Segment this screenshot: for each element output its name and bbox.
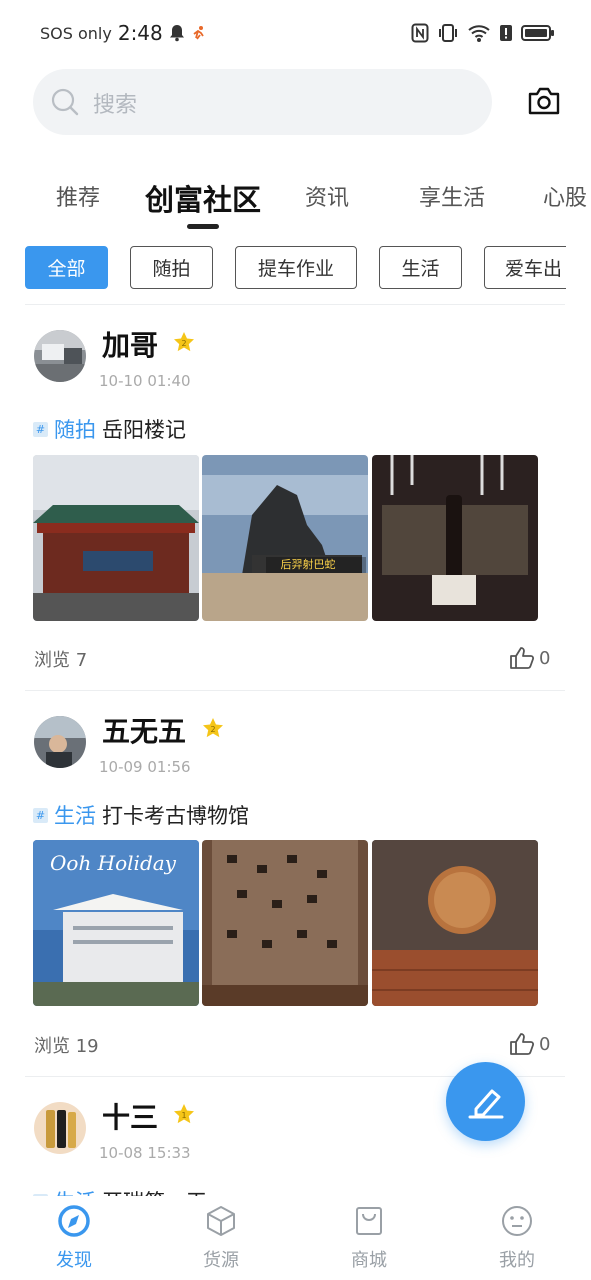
post-image[interactable]: [202, 840, 368, 1006]
view-count: 浏览 7: [34, 650, 88, 671]
like-count: 0: [539, 1033, 551, 1055]
vibrate-icon: [439, 24, 457, 42]
avatar[interactable]: [34, 330, 86, 382]
image-caption: 后羿射巴蛇: [281, 557, 336, 571]
alert-icon: [500, 25, 512, 41]
nav-supply[interactable]: 货源: [176, 1204, 266, 1276]
clock: 2:48: [117, 21, 163, 45]
shopping-bag-icon: [356, 1207, 382, 1235]
search-placeholder: 搜索: [93, 93, 138, 118]
post-image[interactable]: Ooh Holiday: [33, 840, 199, 1006]
edit-icon: [468, 1089, 503, 1118]
like-button[interactable]: 0: [509, 645, 550, 671]
tab-community[interactable]: 创富社区: [145, 177, 261, 219]
level-star-icon: 2: [203, 718, 223, 738]
level-star-icon: 2: [174, 332, 194, 352]
divider: [25, 304, 565, 305]
post-time: 10-09 01:56: [99, 758, 191, 776]
battery-icon: [521, 25, 554, 41]
bottom-navigation: 发现 货源 商城 我的: [0, 1196, 591, 1280]
compass-icon: [58, 1205, 90, 1237]
chip-snapshot[interactable]: 随拍: [130, 246, 213, 289]
tab-lifestyle[interactable]: 享生活: [419, 180, 485, 212]
post-image[interactable]: [372, 455, 538, 621]
like-count: 0: [539, 647, 551, 669]
nav-label: 商城: [351, 1250, 387, 1271]
level-number: 2: [210, 725, 215, 734]
tab-indicator: [187, 224, 219, 229]
tab-recommend[interactable]: 推荐: [56, 180, 100, 212]
hashtag-icon: #: [33, 421, 48, 437]
topic-tag[interactable]: 生活: [54, 800, 96, 830]
nav-mall[interactable]: 商城: [324, 1204, 414, 1276]
box-icon: [207, 1206, 235, 1236]
chip-car-trip[interactable]: 爱车出: [484, 246, 566, 289]
camera-icon[interactable]: [527, 86, 561, 116]
nav-label: 我的: [499, 1250, 535, 1271]
post-image[interactable]: [372, 840, 538, 1006]
post-image[interactable]: 后羿射巴蛇: [202, 455, 368, 621]
level-number: 1: [181, 1111, 186, 1120]
hashtag-icon: #: [33, 807, 48, 823]
post-title: 岳阳楼记: [102, 418, 186, 442]
post-topic: # 生活 打卡考古博物馆: [33, 800, 249, 830]
nav-profile[interactable]: 我的: [472, 1204, 562, 1276]
category-tabs: 推荐 创富社区 资讯 享生活 心股: [0, 165, 591, 235]
post-time: 10-08 15:33: [99, 1144, 191, 1162]
view-count: 浏览 19: [34, 1036, 99, 1057]
topic-tag[interactable]: 随拍: [54, 414, 96, 444]
author-name[interactable]: 十三: [102, 1096, 158, 1136]
level-number: 2: [181, 339, 186, 348]
level-star-icon: 1: [174, 1104, 194, 1124]
smiley-icon: [502, 1206, 532, 1236]
post-title: 打卡考古博物馆: [102, 804, 249, 828]
chip-all[interactable]: 全部: [25, 246, 108, 289]
wifi-icon: [468, 25, 490, 42]
tab-news[interactable]: 资讯: [305, 180, 349, 212]
nav-label: 发现: [56, 1250, 92, 1271]
post-time: 10-10 01:40: [99, 372, 191, 390]
search-input[interactable]: 搜索: [33, 69, 492, 135]
image-caption: Ooh Holiday: [50, 851, 177, 875]
search-icon: [51, 88, 79, 116]
nav-label: 货源: [203, 1250, 239, 1271]
avatar[interactable]: [34, 716, 86, 768]
sos-status: SOS only: [40, 23, 112, 43]
status-bar: SOS only 2:48: [0, 0, 591, 66]
post-image[interactable]: [33, 455, 199, 621]
post-topic: # 随拍 岳阳楼记: [33, 414, 186, 444]
runner-icon: [193, 26, 204, 40]
compose-button[interactable]: [446, 1062, 525, 1141]
chip-car-delivery[interactable]: 提车作业: [235, 246, 357, 289]
nav-discover[interactable]: 发现: [29, 1204, 119, 1276]
divider: [25, 690, 565, 691]
thumbs-up-icon: [510, 1033, 535, 1055]
like-button[interactable]: 0: [509, 1031, 550, 1057]
nfc-icon: [411, 23, 429, 43]
author-name[interactable]: 加哥: [102, 324, 158, 364]
chip-life[interactable]: 生活: [379, 246, 462, 289]
bell-icon: [169, 25, 184, 42]
filter-chips: 全部 随拍 提车作业 生活 爱车出: [0, 244, 566, 292]
avatar[interactable]: [34, 1102, 86, 1154]
author-name[interactable]: 五无五: [102, 710, 186, 750]
tab-more[interactable]: 心股: [543, 180, 587, 212]
thumbs-up-icon: [510, 647, 535, 669]
